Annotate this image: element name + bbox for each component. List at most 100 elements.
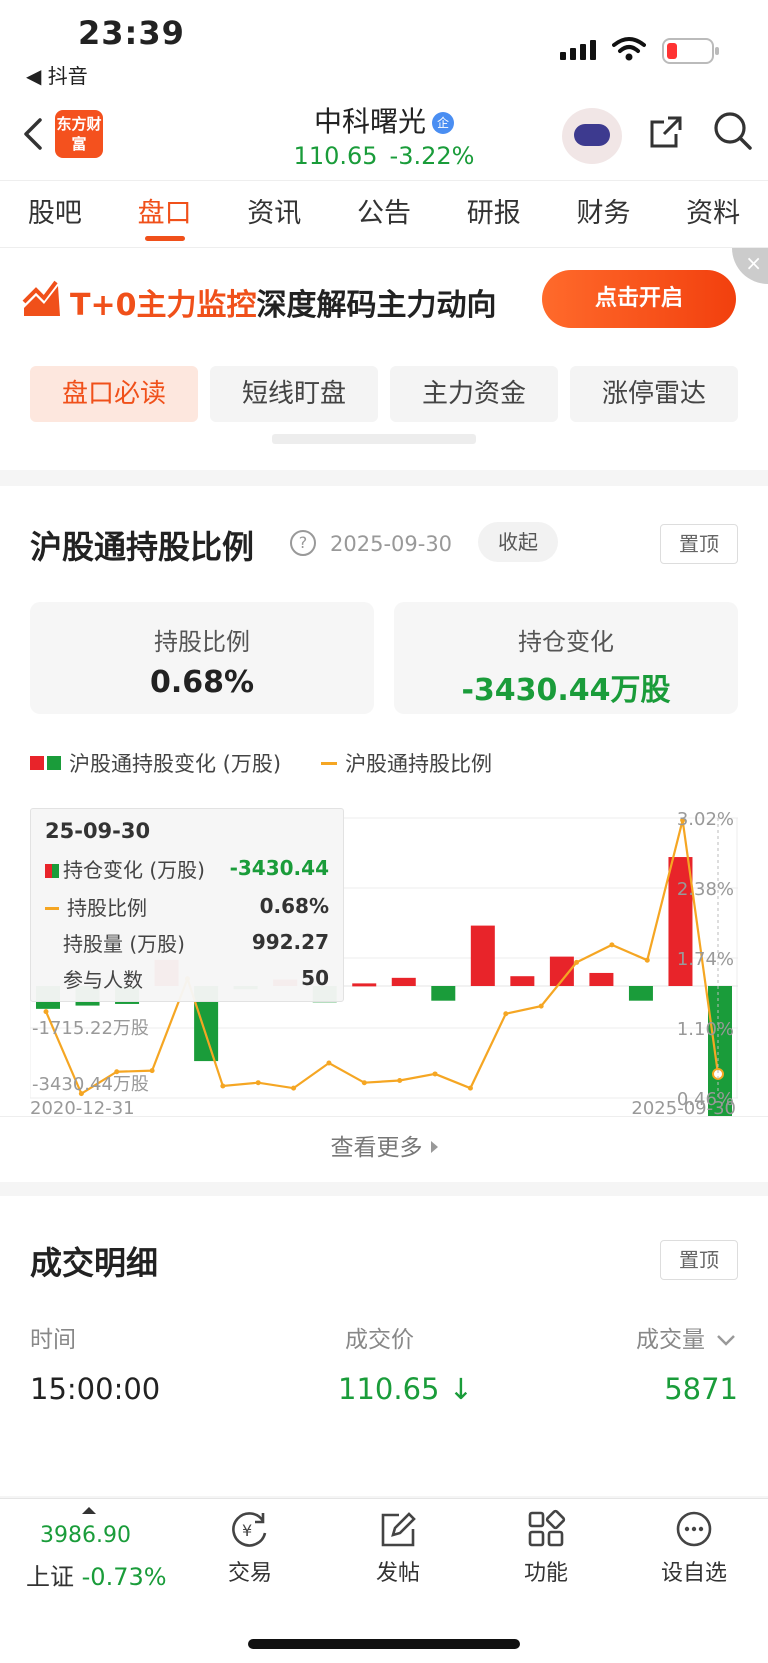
back-to-app-link[interactable]: ◀ 抖音 [26,60,88,89]
pin-top-button[interactable]: 置顶 [660,524,738,564]
chart-bar [470,925,495,986]
wifi-icon [612,37,646,61]
promo-open-button[interactable]: 点击开启 [542,270,736,328]
main-tabs: 股吧 盘口 资讯 公告 研报 财务 资料 [0,180,768,248]
chart-point [538,1003,544,1009]
tooltip-value: 0.68% [259,894,329,918]
ai-assistant-avatar[interactable] [562,108,622,164]
tab-announcements[interactable]: 公告 [329,181,439,247]
edit-icon [381,1512,416,1547]
index-name-text: 上证 [26,1563,74,1591]
column-header-volume-label: 成交量 [636,1327,705,1353]
chart-point [361,1080,367,1086]
promo-text: T+0主力监控深度解码主力动向 [70,280,496,324]
stock-name-text: 中科曙光 [313,105,426,138]
grid-apps-icon [528,1509,566,1547]
help-icon[interactable]: ? [290,530,316,556]
column-header-time: 时间 [30,1327,76,1353]
promo-rest: 深度解码主力动向 [256,288,497,323]
chart-point [43,1009,49,1015]
nav-functions[interactable]: 功能 [486,1509,606,1587]
tooltip-value: 992.27 [251,930,329,954]
legend-line-swatch [321,761,338,765]
nav-label: 设自选 [660,1561,727,1586]
nav-label: 功能 [523,1561,568,1586]
search-icon[interactable] [712,110,754,152]
trend-chart-icon [22,280,60,316]
chart-point [432,1071,438,1077]
share-icon[interactable] [646,112,686,152]
promo-banner[interactable]: × T+0主力监控深度解码主力动向 点击开启 [0,248,768,350]
tooltip-row: 持股比例 0.68% [45,891,329,921]
expand-up-icon[interactable] [82,1507,96,1514]
cellular-signal-icon [560,40,596,60]
holding-ratio-label: 持股比例 [154,628,250,656]
tab-pankou[interactable]: 盘口 [110,181,220,247]
chart-bar [589,972,614,986]
chart-point [503,1011,509,1017]
trade-volume: 5871 [664,1372,738,1406]
nav-label: 发帖 [375,1561,420,1586]
y-right-tick-label: 2.38% [677,879,734,900]
position-change-value: -3430.44万股 [461,673,671,708]
subtab-limit-up-radar[interactable]: 涨停雷达 [570,366,738,422]
tooltip-row: 参与人数 50 [45,963,329,993]
subtab-short-term[interactable]: 短线盯盘 [210,366,378,422]
x-start-label: 2020-12-31 [30,1098,135,1116]
subtab-main-funds[interactable]: 主力资金 [390,366,558,422]
position-change-label: 持仓变化 [518,628,614,656]
hk-connect-section: 沪股通持股比例 ? 2025-09-30 收起 置顶 持股比例 0.68% 持仓… [0,486,768,1182]
collapse-button[interactable]: 收起 [478,522,558,562]
close-icon[interactable]: × [732,248,768,284]
chart-point [467,1085,473,1091]
tooltip-label: 持仓变化 (万股) [63,857,205,882]
chevron-down-icon [717,1335,736,1346]
stock-header: 东方财富 中科曙光企 110.65 -3.22% [0,96,768,180]
chart-point [609,942,615,948]
trade-time: 15:00:00 [30,1372,161,1406]
trade-icon: ¥ [232,1512,267,1547]
index-change: -0.73% [81,1563,167,1591]
pin-top-button[interactable]: 置顶 [660,1240,738,1280]
battery-icon [662,38,719,64]
index-value: 3986.90 [40,1523,131,1548]
tooltip-date: 25-09-30 [45,819,151,843]
tooltip-label: 参与人数 [63,967,143,992]
view-more-label: 查看更多 [330,1135,423,1161]
y-left-tick-label: -1715.22万股 [32,1018,149,1039]
index-name[interactable]: 上证 -0.73% [26,1557,167,1592]
tooltip-line-marker [45,906,59,910]
chart-point [149,1068,155,1074]
nav-post[interactable]: 发帖 [338,1509,458,1587]
nav-watchlist[interactable]: 设自选 [634,1509,754,1587]
chart-point [255,1080,261,1086]
tab-research[interactable]: 研报 [439,181,549,247]
tab-news[interactable]: 资讯 [219,181,329,247]
chart-bar [431,986,456,1001]
trade-detail-section: 成交明细 置顶 时间 成交价 成交量 15:00:00 110.65 ↓ 587… [0,1196,768,1496]
tooltip-row: 持仓变化 (万股) -3430.44 [45,853,329,883]
position-change-card: 持仓变化 -3430.44万股 [394,602,738,714]
tooltip-label: 持股比例 [67,895,147,920]
tab-finance[interactable]: 财务 [549,181,659,247]
nav-trade[interactable]: ¥ 交易 [190,1509,310,1587]
chart-point [291,1085,297,1091]
view-more-link[interactable]: 查看更多 [0,1116,768,1178]
home-indicator [248,1639,520,1649]
trade-price: 110.65 ↓ [338,1372,473,1406]
tooltip-label: 持股量 (万股) [63,931,185,956]
subtab-must-read[interactable]: 盘口必读 [30,366,198,422]
status-time: 23:39 [78,14,185,52]
tab-profile[interactable]: 资料 [658,181,768,247]
chart-bar [628,986,653,1001]
chart-bar [510,976,535,986]
chart-point [644,957,650,963]
promo-highlight: T+0主力监控 [70,288,257,323]
y-right-tick-label: 1.74% [677,949,734,970]
status-bar: 23:39 ◀ 抖音 [0,0,768,96]
holding-ratio-card: 持股比例 0.68% [30,602,374,714]
nav-label: 交易 [227,1561,272,1586]
tab-guba[interactable]: 股吧 [0,181,110,247]
column-header-volume[interactable]: 成交量 [636,1320,736,1354]
section-title: 沪股通持股比例 [30,528,255,566]
